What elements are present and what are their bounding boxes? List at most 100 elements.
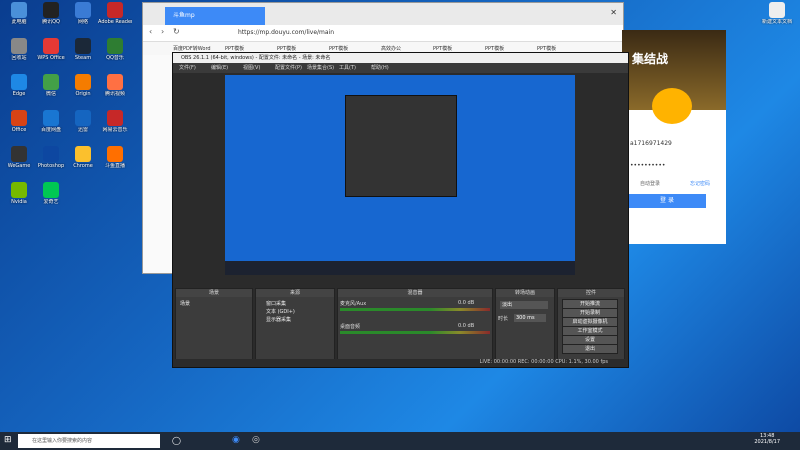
- desktop-icon[interactable]: Office: [2, 110, 36, 142]
- clock[interactable]: 13:48 2021/8/17: [754, 433, 780, 445]
- obs-menu: 文件(F) 编辑(E) 视图(V) 配置文件(P) 场景集合(S) 工具(T) 帮助(H): [173, 63, 628, 73]
- desktop-icon[interactable]: 微信: [34, 74, 68, 106]
- app-icon: [11, 38, 27, 54]
- app-icon: [11, 146, 27, 162]
- login-button[interactable]: 登 录: [628, 194, 706, 208]
- volume-meter: [340, 308, 490, 311]
- menu-item[interactable]: 编辑(E): [211, 63, 228, 73]
- browser-taskbar-icon[interactable]: ◉: [232, 435, 240, 445]
- date: 2021/8/17: [754, 439, 780, 445]
- desktop-icon[interactable]: 此电脑: [2, 2, 36, 34]
- controls-dock: 控件 开始推流 开始录制 启动虚拟摄像机 工作室模式 设置 退出: [557, 288, 625, 360]
- bookmark-item[interactable]: PPT模板: [277, 45, 296, 52]
- password-field[interactable]: ••••••••••: [630, 162, 665, 169]
- app-icon: [107, 110, 123, 126]
- track-label: 桌面音频: [340, 324, 361, 330]
- transition-select[interactable]: 淡出: [500, 301, 548, 309]
- track-level: 0.0 dB: [458, 300, 475, 306]
- new-text-document[interactable]: 新建文本文档: [760, 2, 794, 34]
- app-icon: [75, 146, 91, 162]
- menu-item[interactable]: 场景集合(S): [307, 63, 334, 73]
- obs-window: OBS 26.1.1 (64-bit, windows) - 配置文件: 未命名…: [172, 52, 629, 368]
- desktop-icon[interactable]: 迅雷: [66, 110, 100, 142]
- app-icon: [11, 2, 27, 18]
- source-item[interactable]: 文本 (GDI+): [266, 308, 295, 315]
- desktop-icon[interactable]: 网易云音乐: [98, 110, 132, 142]
- app-icon: [107, 146, 123, 162]
- menu-item[interactable]: 配置文件(P): [275, 63, 302, 73]
- login-banner: 集结战: [622, 30, 726, 124]
- remember-checkbox[interactable]: 自动登录: [640, 180, 660, 187]
- bookmark-item[interactable]: PPT模板: [225, 45, 244, 52]
- address-bar: ‹ › ↻ https://mp.douyu.com/live/main: [143, 25, 623, 42]
- transitions-dock: 转场动画 淡出 时长 300 ms: [495, 288, 555, 360]
- sources-title: 来源: [256, 289, 334, 297]
- desktop-icon[interactable]: Edge: [2, 74, 36, 106]
- bookmark-item[interactable]: 百度PDF转Word: [173, 45, 211, 52]
- forward-icon[interactable]: ›: [161, 27, 164, 36]
- task-view-icon[interactable]: ◯: [172, 436, 181, 445]
- bookmark-item[interactable]: PPT模板: [329, 45, 348, 52]
- status-bar: LIVE: 00:00:00 REC: 00:00:00 CPU: 1.1%, …: [173, 359, 628, 367]
- duration-field[interactable]: 300 ms: [514, 314, 546, 322]
- mixer-dock: 混音器 麦克风/Aux 0.0 dB 桌面音频 0.0 dB: [337, 288, 493, 360]
- desktop-icon[interactable]: WPS Office: [34, 38, 68, 70]
- account-field[interactable]: a1716971429: [630, 140, 672, 147]
- controls-title: 控件: [558, 289, 624, 297]
- close-icon[interactable]: ✕: [610, 8, 617, 17]
- menu-item[interactable]: 工具(T): [339, 63, 356, 73]
- app-icon: [11, 110, 27, 126]
- scenes-title: 场景: [176, 289, 252, 297]
- app-icon: [43, 2, 59, 18]
- desktop-icon[interactable]: Photoshop: [34, 146, 68, 178]
- bookmark-item[interactable]: PPT模板: [537, 45, 556, 52]
- menu-item[interactable]: 视图(V): [243, 63, 260, 73]
- menu-item[interactable]: 帮助(H): [371, 63, 389, 73]
- app-icon: [11, 182, 27, 198]
- back-icon[interactable]: ‹: [149, 27, 152, 36]
- source-item[interactable]: 窗口采集: [266, 300, 286, 307]
- document-icon: [769, 2, 785, 18]
- app-icon: [75, 110, 91, 126]
- browser-tab-bar: 斗鱼mp ✕: [143, 3, 623, 25]
- forgot-link[interactable]: 忘记密码: [690, 180, 710, 187]
- avatar: [652, 88, 692, 124]
- scene-item[interactable]: 场景: [180, 300, 190, 307]
- obs-preview: [225, 75, 575, 275]
- desktop-icon[interactable]: 回收站: [2, 38, 36, 70]
- desktop-icon[interactable]: QQ音乐: [98, 38, 132, 70]
- refresh-icon[interactable]: ↻: [173, 27, 180, 36]
- obs-taskbar-icon[interactable]: ◎: [252, 435, 260, 445]
- desktop-icon[interactable]: Origin: [66, 74, 100, 106]
- desktop-icon[interactable]: Nvidia: [2, 182, 36, 214]
- desktop-icon[interactable]: 百度网盘: [34, 110, 68, 142]
- control-button[interactable]: 退出: [562, 344, 618, 354]
- desktop-icon[interactable]: WeGame: [2, 146, 36, 178]
- bookmark-item[interactable]: PPT模板: [485, 45, 504, 52]
- source-item[interactable]: 显示器采集: [266, 316, 291, 323]
- desktop-icon[interactable]: 腾讯视频: [98, 74, 132, 106]
- app-icon: [43, 74, 59, 90]
- app-icon: [43, 110, 59, 126]
- volume-meter: [340, 331, 490, 334]
- browser-tab[interactable]: 斗鱼mp: [165, 7, 265, 25]
- duration-label: 时长: [498, 316, 509, 322]
- taskbar-search[interactable]: 在这里输入你要搜索的内容: [18, 434, 160, 448]
- url-field[interactable]: https://mp.douyu.com/live/main: [238, 28, 438, 38]
- desktop-icon[interactable]: 网络: [66, 2, 100, 34]
- windows-start-icon[interactable]: ⊞: [4, 435, 12, 445]
- desktop-icon[interactable]: 斗鱼直播: [98, 146, 132, 178]
- login-panel: 集结战 a1716971429 •••••••••• 自动登录 忘记密码 登 录: [622, 30, 726, 244]
- bookmark-item[interactable]: PPT模板: [433, 45, 452, 52]
- desktop-icon[interactable]: 爱奇艺: [34, 182, 68, 214]
- desktop-icon[interactable]: Chrome: [66, 146, 100, 178]
- scenes-dock: 场景 场景: [175, 288, 253, 360]
- nested-preview: [345, 95, 457, 197]
- app-icon: [107, 2, 123, 18]
- desktop-icon[interactable]: Adobe Reader: [98, 2, 132, 34]
- banner-title: 集结战: [632, 52, 669, 66]
- desktop-icon[interactable]: Steam: [66, 38, 100, 70]
- menu-item[interactable]: 文件(F): [179, 63, 196, 73]
- bookmark-item[interactable]: 高效办公: [381, 45, 401, 52]
- desktop-icon[interactable]: 腾讯QQ: [34, 2, 68, 34]
